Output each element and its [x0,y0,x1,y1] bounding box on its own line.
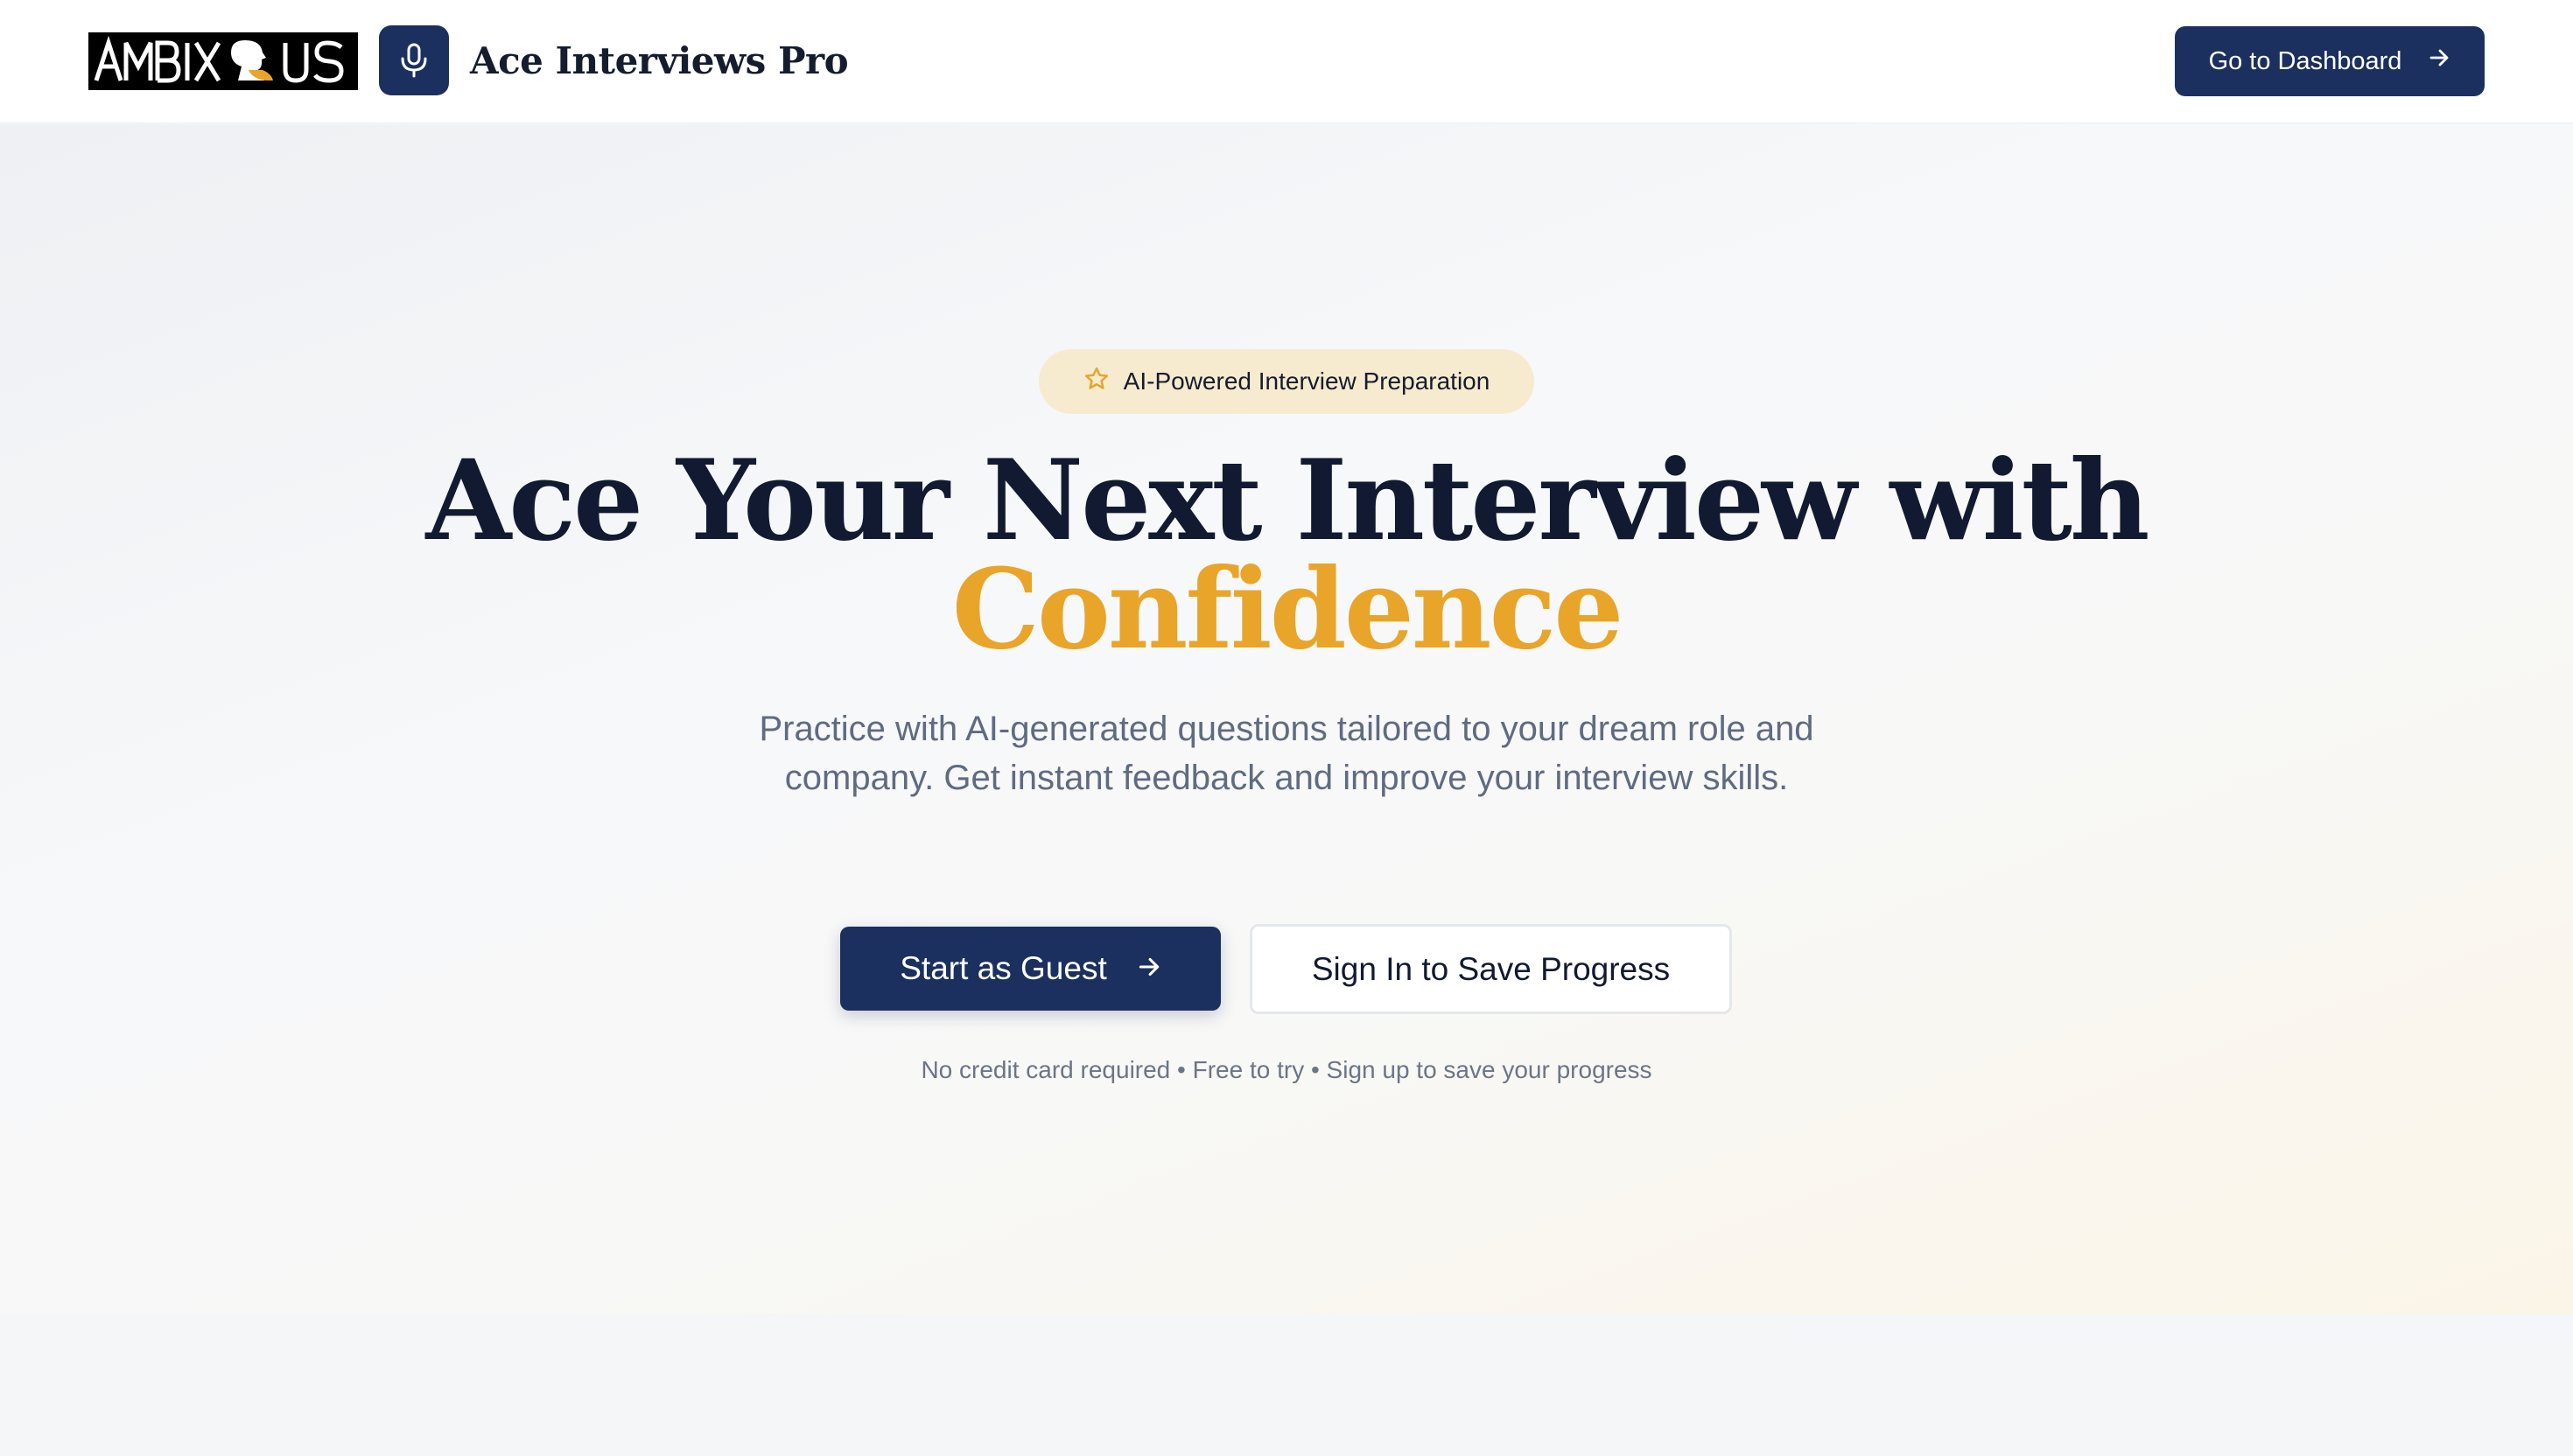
sign-in-button-label: Sign In to Save Progress [1311,950,1671,987]
hero-headline: Ace Your Next Interview with Confidence [0,445,2573,674]
below-fold-area [0,1314,2573,1456]
site-header: Ace Interviews Pro Go to Dashboard [0,0,2573,123]
ambixous-logo[interactable] [88,32,358,90]
microphone-icon [379,25,449,95]
headline-accent: Confidence [951,544,1624,674]
star-icon [1083,366,1110,398]
hero-subtitle: Practice with AI-generated questions tai… [759,710,1814,797]
sign-in-button[interactable]: Sign In to Save Progress [1250,924,1732,1014]
start-as-guest-button[interactable]: Start as Guest [840,927,1221,1011]
arrow-right-icon [1137,950,1161,987]
arrow-right-icon [2428,46,2450,76]
brand-name[interactable]: Ace Interviews Pro [470,35,849,88]
guest-button-label: Start as Guest [900,950,1107,986]
ai-powered-badge: AI-Powered Interview Preparation [1039,349,1534,414]
go-to-dashboard-button[interactable]: Go to Dashboard [2175,26,2485,96]
badge-label: AI-Powered Interview Preparation [1123,368,1490,395]
dashboard-button-label: Go to Dashboard [2208,46,2402,75]
cta-note: No credit card required • Free to try • … [921,1056,1652,1083]
